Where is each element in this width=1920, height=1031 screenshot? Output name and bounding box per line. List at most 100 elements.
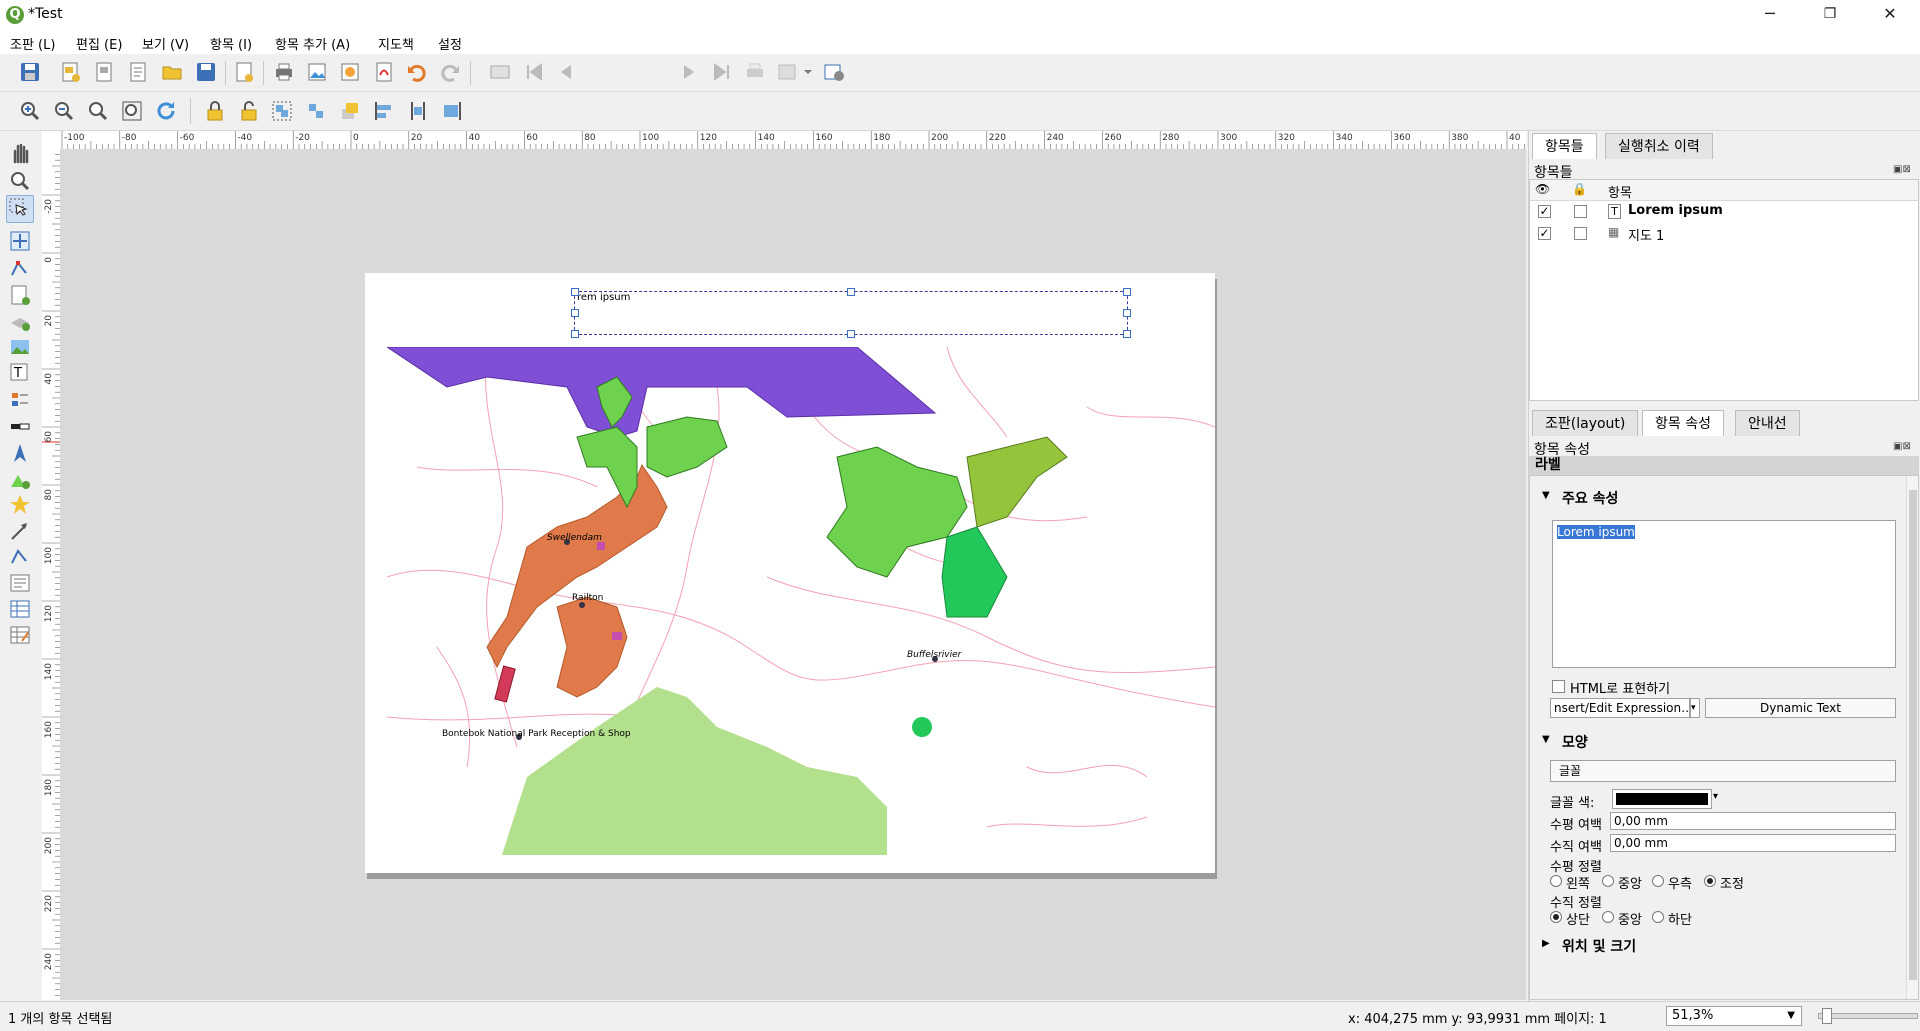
v-margin-spinbox[interactable]: 0,00 mm <box>1610 834 1896 852</box>
insert-expression-button[interactable]: nsert/Edit Expression… <box>1550 698 1690 718</box>
tab-item-properties[interactable]: 항목 속성 <box>1642 410 1724 436</box>
zoom-slider-handle[interactable] <box>1822 1008 1832 1024</box>
atlas-preview-icon[interactable] <box>488 60 512 84</box>
items-tree[interactable]: 👁 🔒 항목 ✓ T Lorem ipsum ✓ ▦ 지도 1 <box>1529 179 1919 401</box>
next-feature-icon[interactable] <box>676 60 700 84</box>
chevron-down-icon[interactable]: ▾ <box>1690 698 1700 718</box>
dock-float-close-icon[interactable]: ▣⊠ <box>1893 164 1911 175</box>
menu-atlas[interactable]: 지도책 <box>378 34 414 53</box>
menu-settings[interactable]: 설정 <box>438 34 462 53</box>
visibility-checkbox[interactable]: ✓ <box>1538 227 1551 240</box>
tab-items[interactable]: 항목들 <box>1532 133 1597 159</box>
add-map-icon[interactable] <box>8 283 32 307</box>
add-north-arrow-icon[interactable] <box>8 441 32 465</box>
resize-handle-b[interactable] <box>847 330 855 338</box>
zoom-actual-icon[interactable] <box>86 99 110 123</box>
layout-canvas[interactable]: Swellendam Railton Buffelsrivier Bontebo… <box>60 149 1526 1000</box>
h-margin-spinbox[interactable]: 0,00 mm <box>1610 812 1896 830</box>
add-page-icon[interactable] <box>232 60 256 84</box>
menu-add-item[interactable]: 항목 추가 (A) <box>275 34 350 53</box>
new-layout-icon[interactable] <box>58 60 82 84</box>
add-legend-icon[interactable] <box>8 389 32 413</box>
tab-guides[interactable]: 안내선 <box>1735 410 1800 436</box>
font-button[interactable]: 글꼴 <box>1550 760 1896 782</box>
list-item[interactable]: ✓ ▦ 지도 1 <box>1530 224 1918 244</box>
h-align-left-radio[interactable] <box>1550 875 1562 887</box>
h-align-right-radio[interactable] <box>1652 875 1664 887</box>
chevron-down-icon[interactable]: ▼ <box>1542 734 1550 745</box>
atlas-settings-icon[interactable] <box>822 60 846 84</box>
select-move-item-icon[interactable] <box>6 195 34 223</box>
vertical-scrollbar[interactable] <box>1906 476 1918 999</box>
list-item[interactable]: ✓ T Lorem ipsum <box>1530 202 1918 222</box>
minimize-button[interactable]: ─ <box>1740 0 1800 30</box>
save-icon[interactable] <box>18 60 42 84</box>
position-size-group[interactable]: 위치 및 크기 <box>1562 936 1636 956</box>
main-properties-group[interactable]: 주요 속성 <box>1562 488 1618 508</box>
chevron-down-icon[interactable]: ▼ <box>1542 490 1550 501</box>
map-item[interactable]: Swellendam Railton Buffelsrivier Bontebo… <box>387 347 1215 855</box>
layout-page[interactable]: Swellendam Railton Buffelsrivier Bontebo… <box>365 273 1215 873</box>
resize-handle-br[interactable] <box>1123 330 1131 338</box>
pan-hand-icon[interactable] <box>8 141 32 165</box>
add-scalebar-icon[interactable] <box>8 415 32 439</box>
zoom-combo[interactable]: 51,3% ▼ <box>1666 1006 1802 1026</box>
resize-handle-r[interactable] <box>1123 309 1131 317</box>
export-image-icon[interactable] <box>305 60 329 84</box>
menu-layout[interactable]: 조판 (L) <box>10 34 55 53</box>
refresh-icon[interactable] <box>154 99 178 123</box>
menu-items[interactable]: 항목 (I) <box>210 34 252 53</box>
add-node-item-icon[interactable] <box>8 545 32 569</box>
add-attribute-table-icon[interactable] <box>8 597 32 621</box>
h-align-center-radio[interactable] <box>1602 875 1614 887</box>
html-checkbox[interactable] <box>1552 680 1565 693</box>
edit-nodes-icon[interactable] <box>8 257 32 281</box>
h-align-justify-radio[interactable] <box>1704 875 1716 887</box>
zoom-out-icon[interactable] <box>52 99 76 123</box>
dynamic-text-button[interactable]: Dynamic Text <box>1705 698 1896 718</box>
add-marker-icon[interactable] <box>8 493 32 517</box>
resize-icon[interactable] <box>440 99 470 123</box>
add-html-icon[interactable] <box>8 571 32 595</box>
resize-handle-t[interactable] <box>847 288 855 296</box>
v-align-top-radio[interactable] <box>1550 911 1562 923</box>
group-items-icon[interactable] <box>270 99 294 123</box>
maximize-button[interactable]: ❐ <box>1800 0 1860 30</box>
export-pdf-icon[interactable] <box>372 60 396 84</box>
v-align-middle-radio[interactable] <box>1602 911 1614 923</box>
zoom-tool-icon[interactable] <box>8 169 32 193</box>
zoom-slider[interactable] <box>1818 1013 1918 1019</box>
print-icon[interactable] <box>272 60 296 84</box>
visibility-checkbox[interactable]: ✓ <box>1538 205 1551 218</box>
tab-undo-history[interactable]: 실행취소 이력 <box>1605 133 1713 159</box>
resize-handle-tl[interactable] <box>571 288 579 296</box>
print-atlas-icon[interactable] <box>743 60 767 84</box>
close-button[interactable]: ✕ <box>1860 0 1920 30</box>
layout-manager-icon[interactable] <box>126 60 150 84</box>
align-left-icon[interactable] <box>372 99 402 123</box>
resize-handle-bl[interactable] <box>571 330 579 338</box>
font-color-button[interactable] <box>1612 789 1712 809</box>
label-item-frame[interactable] <box>574 291 1128 335</box>
add-shape-icon[interactable] <box>8 467 32 491</box>
zoom-full-icon[interactable] <box>120 99 144 123</box>
export-svg-icon[interactable] <box>338 60 362 84</box>
duplicate-layout-icon[interactable] <box>92 60 116 84</box>
raise-items-icon[interactable] <box>338 99 362 123</box>
lock-checkbox[interactable] <box>1574 205 1587 218</box>
menu-edit[interactable]: 편집 (E) <box>76 34 122 53</box>
chevron-down-icon[interactable]: ▾ <box>1713 791 1718 802</box>
open-folder-icon[interactable] <box>160 60 184 84</box>
v-align-bottom-radio[interactable] <box>1652 911 1664 923</box>
undo-icon[interactable] <box>405 60 429 84</box>
appearance-group[interactable]: 모양 <box>1562 732 1588 752</box>
add-arrow-icon[interactable] <box>8 519 32 543</box>
save-as-template-icon[interactable] <box>194 60 218 84</box>
label-text-area[interactable]: Lorem ipsum <box>1552 520 1896 668</box>
lock-items-icon[interactable] <box>203 99 227 123</box>
last-feature-icon[interactable] <box>710 60 734 84</box>
move-content-icon[interactable] <box>8 229 32 253</box>
distribute-icon[interactable] <box>406 99 436 123</box>
ungroup-items-icon[interactable] <box>304 99 328 123</box>
chevron-right-icon[interactable]: ▶ <box>1542 938 1550 949</box>
